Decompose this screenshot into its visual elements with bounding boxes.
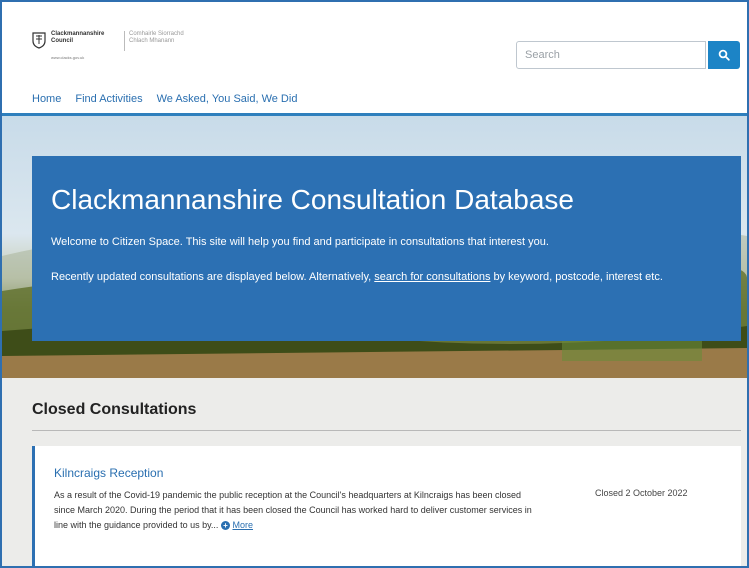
more-link[interactable]: More: [232, 520, 253, 530]
site-header: Clackmannanshire Council Comhairle Siorr…: [2, 2, 747, 116]
guidance-text-start: Recently updated consultations are displ…: [51, 271, 375, 283]
nav-find-activities[interactable]: Find Activities: [75, 93, 142, 105]
consultation-title-link[interactable]: Kilncraigs Reception: [54, 466, 163, 480]
search-guidance-text: Recently updated consultations are displ…: [51, 269, 719, 285]
plus-circle-icon[interactable]: +: [220, 521, 230, 531]
consultation-card: Kilncraigs Reception As a result of the …: [32, 446, 741, 566]
search-bar: [516, 41, 740, 69]
logo-name-line1: Clackmannanshire: [51, 31, 105, 37]
welcome-text: Welcome to Citizen Space. This site will…: [51, 236, 549, 248]
section-divider: [32, 430, 741, 431]
intro-banner: Clackmannanshire Consultation Database W…: [32, 156, 741, 341]
consultation-status: Closed 2 October 2022: [595, 488, 688, 498]
search-icon: [718, 49, 730, 61]
consultation-description: As a result of the Covid-19 pandemic the…: [54, 488, 542, 533]
logo-name-line2: Council: [51, 38, 73, 44]
crest-icon: [32, 32, 46, 49]
search-button[interactable]: [708, 41, 740, 69]
search-input[interactable]: [516, 41, 706, 69]
browser-frame: Clackmannanshire Council Comhairle Siorr…: [0, 0, 749, 568]
logo-name: Clackmannanshire Council: [51, 31, 131, 45]
logo-tagline-line2: Chlach Mhanann: [129, 38, 175, 44]
card-accent-bar: [32, 446, 35, 566]
consultation-summary: As a result of the Covid-19 pandemic the…: [54, 490, 532, 530]
nav-home[interactable]: Home: [32, 93, 61, 105]
guidance-text-end: by keyword, postcode, interest etc.: [490, 271, 663, 283]
logo-divider: [124, 31, 125, 51]
hero-banner-image: Clackmannanshire Consultation Database W…: [2, 116, 747, 378]
closed-consultations-heading: Closed Consultations: [32, 401, 197, 418]
search-consultations-link[interactable]: search for consultations: [374, 271, 490, 283]
logo-tagline-line1: Comhairle Siorrachd: [129, 31, 184, 37]
page-title: Clackmannanshire Consultation Database: [51, 184, 574, 215]
logo-tagline: Comhairle Siorrachd Chlach Mhanann: [129, 31, 209, 45]
logo-url: www.clacks.gov.uk: [51, 55, 85, 60]
nav-we-asked-you-said[interactable]: We Asked, You Said, We Did: [157, 93, 298, 105]
main-nav: Home Find Activities We Asked, You Said,…: [32, 93, 297, 105]
